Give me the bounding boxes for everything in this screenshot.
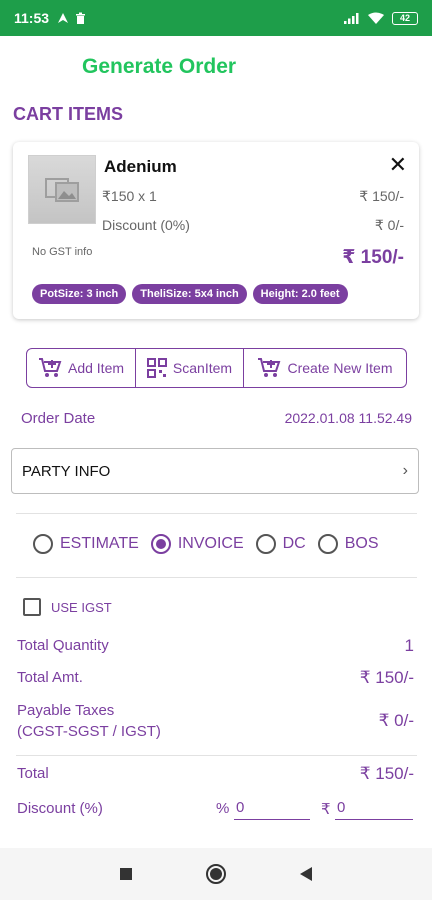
discount-amount-input[interactable] xyxy=(335,796,413,820)
discount-rupee-sign: ₹ xyxy=(321,801,331,818)
total-quantity-label: Total Quantity xyxy=(17,637,109,654)
radio-estimate[interactable]: ESTIMATE xyxy=(33,534,139,554)
radio-invoice-label: INVOICE xyxy=(177,535,244,552)
item-discount-label: Discount (0%) xyxy=(102,217,190,233)
radio-unchecked-icon xyxy=(255,534,276,554)
item-total: ₹ 150/- xyxy=(342,247,404,268)
add-to-cart-icon xyxy=(258,358,281,377)
item-price-total: ₹ 150/- xyxy=(359,188,404,204)
radio-bos[interactable]: BOS xyxy=(317,534,379,554)
radio-dc-label: DC xyxy=(282,535,306,552)
app-title: Generate Order xyxy=(82,55,237,78)
document-type-group: ESTIMATE INVOICE DC BOS xyxy=(33,534,391,554)
order-date-value: 2022.01.08 11.52.49 xyxy=(284,410,412,426)
home-circle-icon xyxy=(206,864,226,884)
checkbox-unchecked-icon xyxy=(23,598,41,616)
use-igst-checkbox[interactable]: USE IGST xyxy=(23,598,112,616)
party-info-label: PARTY INFO xyxy=(22,462,111,480)
status-bar: 11:53 42 xyxy=(0,0,432,36)
add-to-cart-icon xyxy=(38,358,62,377)
trash-icon xyxy=(76,12,86,24)
chip-pot-size: PotSize: 3 inch xyxy=(32,284,127,304)
system-nav-bar xyxy=(0,848,432,900)
divider xyxy=(16,577,417,578)
use-igst-label: USE IGST xyxy=(51,599,112,615)
status-time: 11:53 xyxy=(14,10,50,26)
back-triangle-icon xyxy=(300,867,312,881)
divider xyxy=(16,513,417,514)
gst-info: No GST info xyxy=(32,246,93,258)
navigation-arrow-icon xyxy=(58,13,69,23)
radio-unchecked-icon xyxy=(317,534,338,554)
item-price-qty: ₹150 x 1 xyxy=(102,188,157,204)
add-item-label: Add Item xyxy=(67,360,125,376)
cart-items-title: CART ITEMS xyxy=(13,104,123,124)
item-discount-value: ₹ 0/- xyxy=(374,217,404,233)
image-placeholder-icon xyxy=(45,177,79,202)
payable-taxes-sublabel: (CGST-SGST / IGST) xyxy=(17,723,161,740)
cart-item-card[interactable]: Adenium ✕ ₹150 x 1 ₹ 150/- Discount (0%)… xyxy=(13,142,419,319)
total-value: ₹ 150/- xyxy=(359,764,414,783)
wifi-icon xyxy=(368,12,384,24)
party-info-row[interactable]: PARTY INFO › xyxy=(11,448,419,494)
create-new-item-label: Create New Item xyxy=(287,360,393,376)
discount-percent-input[interactable] xyxy=(234,796,310,820)
radio-checked-icon xyxy=(150,534,171,554)
payable-taxes-value: ₹ 0/- xyxy=(378,711,414,730)
back-button[interactable] xyxy=(295,863,317,885)
item-name: Adenium xyxy=(104,157,177,176)
signal-icon xyxy=(344,13,359,24)
radio-invoice[interactable]: INVOICE xyxy=(150,534,244,554)
remove-item-close-icon[interactable]: ✕ xyxy=(389,154,407,176)
total-amt-value: ₹ 150/- xyxy=(359,668,414,687)
radio-unchecked-icon xyxy=(33,534,53,554)
scan-item-label: ScanItem xyxy=(172,360,233,376)
chevron-right-icon: › xyxy=(402,462,408,479)
chip-height: Height: 2.0 feet xyxy=(252,284,348,304)
qr-code-icon xyxy=(146,358,167,378)
radio-dc[interactable]: DC xyxy=(255,534,306,554)
chip-theli-size: TheliSize: 5x4 inch xyxy=(132,284,247,304)
divider xyxy=(16,755,417,756)
radio-bos-label: BOS xyxy=(344,535,379,552)
discount-label: Discount (%) xyxy=(17,800,103,817)
scan-item-button[interactable]: ScanItem xyxy=(136,348,244,388)
total-quantity-value: 1 xyxy=(404,636,414,655)
order-date-label: Order Date xyxy=(21,410,96,427)
item-thumbnail xyxy=(28,155,96,224)
home-button[interactable] xyxy=(205,863,227,885)
payable-taxes-label: Payable Taxes xyxy=(17,702,115,719)
item-attribute-chips: PotSize: 3 inch TheliSize: 5x4 inch Heig… xyxy=(32,284,348,304)
square-icon xyxy=(120,868,132,880)
create-new-item-button[interactable]: Create New Item xyxy=(244,348,407,388)
total-amt-label: Total Amt. xyxy=(17,669,83,686)
battery-icon: 42 xyxy=(392,11,418,25)
discount-percent-sign: % xyxy=(216,800,230,817)
recents-button[interactable] xyxy=(115,863,137,885)
radio-estimate-label: ESTIMATE xyxy=(60,535,139,552)
add-item-button[interactable]: Add Item xyxy=(26,348,136,388)
total-label: Total xyxy=(17,765,49,782)
item-action-bar: Add Item ScanItem Create New Item xyxy=(26,348,407,388)
